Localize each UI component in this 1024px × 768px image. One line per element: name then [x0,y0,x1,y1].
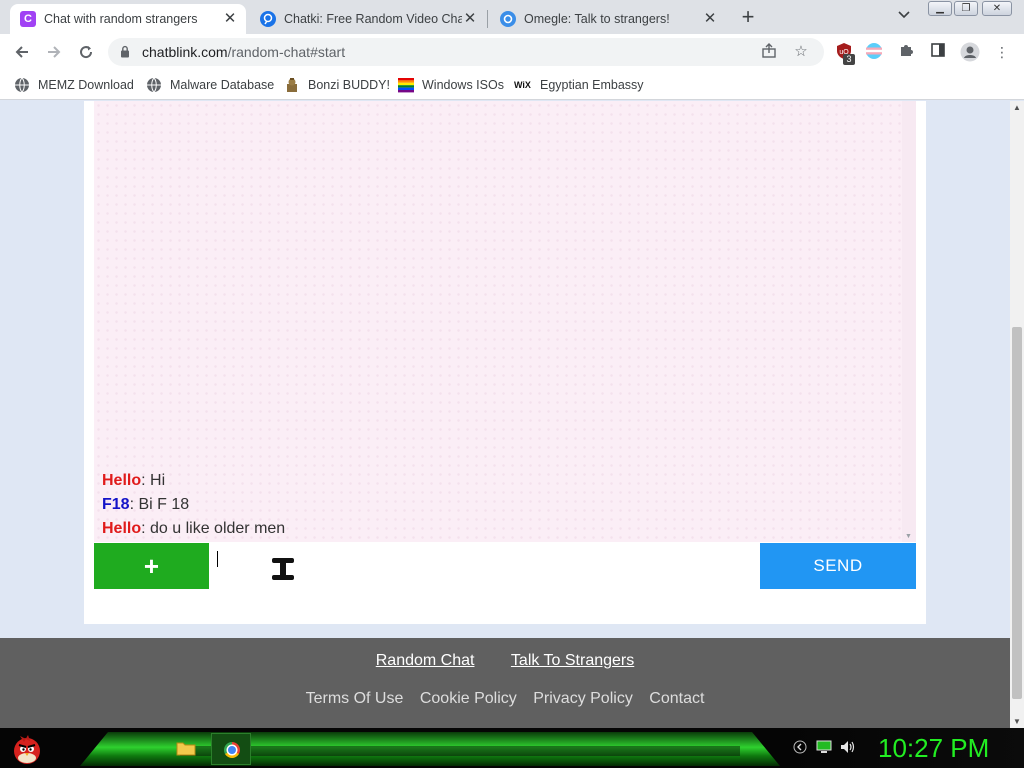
close-tab-icon[interactable]: ✕ [702,11,718,27]
tab-separator [487,10,488,28]
url-text: chatblink.com/random-chat#start [142,38,345,66]
chat-message: Hello: do u like older men [102,520,285,538]
globe-icon [147,77,161,93]
new-tab-button[interactable]: + [736,6,760,30]
extensions-puzzle-icon[interactable] [896,42,916,62]
tab-search-chevron-icon[interactable] [894,8,914,28]
wix-icon: WiX [514,80,531,90]
angry-bird-start-icon[interactable] [8,730,46,766]
tab-strip: C Chat with random strangers ✕ Chatki: F… [0,0,1024,34]
message-nick: Hello [102,520,142,537]
close-tab-icon[interactable]: ✕ [462,11,478,27]
page-footer: Random Chat Talk To Strangers Terms Of U… [0,638,1010,728]
tab-omegle[interactable]: Omegle: Talk to strangers! ✕ [490,4,726,34]
chatki-favicon-icon [260,11,276,27]
taskbar-clock[interactable]: 10:27 PM [878,731,1018,765]
scroll-down-arrow-icon[interactable]: ▼ [1013,717,1021,726]
back-button[interactable] [10,40,34,64]
ublock-extension-icon[interactable]: uO 3 [834,42,855,65]
url-path: /random-chat#start [227,44,346,60]
omegle-favicon-icon [500,11,516,27]
message-input[interactable] [209,543,760,589]
taskbar-band [180,746,740,756]
footer-link-talk-to-strangers[interactable]: Talk To Strangers [511,652,634,669]
tab-chatki[interactable]: Chatki: Free Random Video Chat ✕ [250,4,486,34]
side-panel-icon[interactable] [928,42,948,62]
message-text: : Bi F 18 [129,496,190,513]
page-viewport: Hello: Hi F18: Bi F 18 Hello: do u like … [0,101,1010,728]
bookmark-star-icon[interactable]: ☆ [792,43,810,61]
chat-log-scrollbar[interactable]: ▼ [902,101,916,542]
bookmark-label: Egyptian Embassy [540,78,644,92]
reload-button[interactable] [74,40,98,64]
bookmark-memz-download[interactable]: MEMZ Download [14,76,134,94]
bonzi-icon [287,78,297,92]
chat-message: F18: Bi F 18 [102,496,189,514]
rainbow-flag-icon [398,78,414,93]
page-scrollbar[interactable]: ▲ ▼ [1010,101,1024,728]
chrome-menu-icon[interactable]: ⋮ [992,42,1012,62]
restore-button[interactable]: ❐ [954,1,978,16]
close-tab-icon[interactable]: ✕ [222,11,238,27]
bookmark-label: Windows ISOs [422,78,504,92]
footer-link-random-chat[interactable]: Random Chat [376,652,475,669]
attach-plus-button[interactable]: + [94,543,209,589]
close-window-button[interactable]: ✕ [982,1,1012,16]
browser-toolbar: chatblink.com/random-chat#start ☆ uO 3 ⋮ [0,34,1024,70]
tab-title: Omegle: Talk to strangers! [524,12,670,26]
volume-icon[interactable] [840,740,856,756]
bookmark-egyptian-embassy[interactable]: WiX Egyptian Embassy [514,76,644,94]
taskbar-chrome-button[interactable] [211,733,251,765]
footer-link-cookie-policy[interactable]: Cookie Policy [420,690,517,707]
network-monitor-icon[interactable] [816,740,832,756]
address-bar[interactable]: chatblink.com/random-chat#start ☆ [108,38,824,66]
bookmark-windows-isos[interactable]: Windows ISOs [398,76,504,94]
footer-legal-links: Terms Of Use Cookie Policy Privacy Polic… [0,690,1010,708]
message-text: : do u like older men [141,520,286,537]
bookmark-label: Bonzi BUDDY! [308,78,390,92]
bookmarks-bar: MEMZ Download Malware Database Bonzi BUD… [0,70,1024,100]
bookmark-bonzi-buddy[interactable]: Bonzi BUDDY! [284,76,390,94]
footer-link-privacy-policy[interactable]: Privacy Policy [533,690,633,707]
scroll-down-arrow-icon[interactable]: ▼ [905,533,912,540]
extension-badge: 3 [843,54,855,65]
bookmark-label: MEMZ Download [38,78,134,92]
profile-avatar-icon[interactable] [960,42,980,62]
taskbar: 10:27 PM [0,728,1024,768]
lock-icon[interactable] [120,45,130,58]
file-explorer-icon[interactable] [176,740,196,756]
message-nick: Hello [102,472,142,489]
share-icon[interactable] [760,43,778,61]
scroll-up-arrow-icon[interactable]: ▲ [1013,103,1021,112]
chat-log: Hello: Hi F18: Bi F 18 Hello: do u like … [94,101,916,542]
chatblink-favicon-icon: C [20,11,36,27]
tab-chat-with-random-strangers[interactable]: C Chat with random strangers ✕ [10,4,246,34]
footer-link-contact[interactable]: Contact [649,690,704,707]
tab-title: Chatki: Free Random Video Chat [284,12,462,26]
url-host: chatblink.com [142,44,228,60]
tab-title: Chat with random strangers [44,12,198,26]
minimize-button[interactable]: ▁ [928,1,952,16]
chat-message: Hello: Hi [102,472,165,490]
forward-button[interactable] [42,40,66,64]
tray-chevron-icon[interactable] [792,740,808,756]
chat-container: Hello: Hi F18: Bi F 18 Hello: do u like … [84,101,926,624]
trans-flag-extension-icon[interactable] [864,42,884,62]
message-composer: + SEND [94,543,916,589]
text-caret [217,551,218,567]
bookmark-malware-database[interactable]: Malware Database [146,76,274,94]
globe-icon [15,77,29,93]
chrome-icon [224,742,240,758]
footer-link-terms[interactable]: Terms Of Use [306,690,404,707]
message-text: : Hi [141,472,166,489]
footer-primary-links: Random Chat Talk To Strangers [0,652,1010,670]
bookmark-label: Malware Database [170,78,275,92]
scrollbar-thumb[interactable] [1012,327,1022,699]
send-button[interactable]: SEND [760,543,916,589]
message-nick: F18 [102,496,130,513]
